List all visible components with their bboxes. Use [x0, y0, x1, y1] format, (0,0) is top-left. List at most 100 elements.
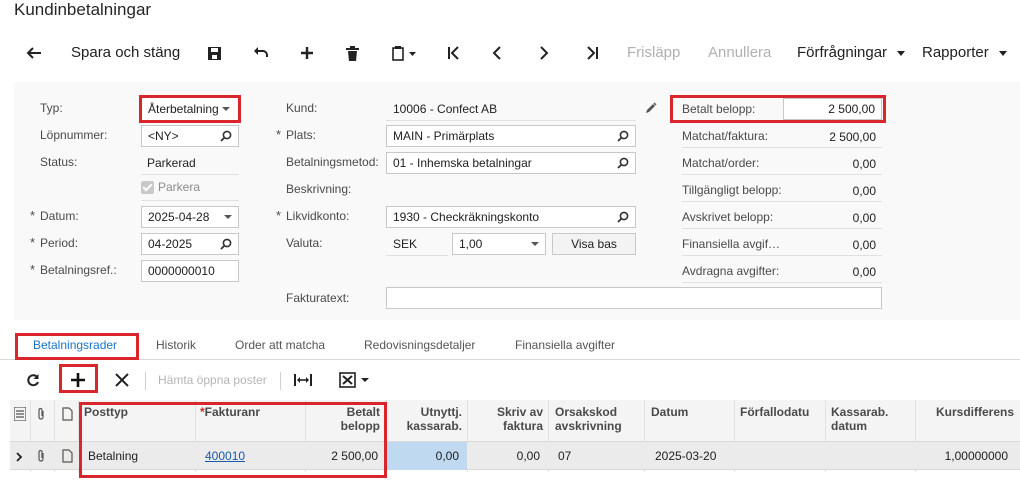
payref-label: Betalningsref.:	[30, 262, 117, 277]
method-input[interactable]: 01 - Inhemska betalningar	[386, 152, 636, 174]
dropdown-arrow-icon	[224, 215, 232, 219]
page-title: Kundinbetalningar	[14, 0, 152, 19]
col-discount-date[interactable]: Kassarab. datum	[831, 405, 888, 433]
undo-icon[interactable]	[253, 34, 269, 72]
edit-pencil-icon[interactable]	[645, 102, 657, 117]
writeoff-value: 0,00	[852, 211, 876, 225]
payref-input[interactable]: 0000000010	[141, 260, 239, 282]
reports-menu[interactable]: Rapporter	[922, 34, 1007, 72]
refnbr-input[interactable]: <NY>	[141, 125, 239, 147]
applied-invoice-value: 2 500,00	[829, 130, 876, 144]
invoicetext-label: Fakturatext:	[286, 291, 350, 305]
cell-writeoff[interactable]: 0,00	[468, 442, 540, 470]
toolbar-separator	[280, 372, 281, 390]
customer-underline	[386, 120, 636, 121]
status-value: Parkerad	[147, 156, 196, 170]
status-underline	[141, 174, 239, 175]
tab-orders-to-apply[interactable]: Order att matcha	[235, 338, 325, 352]
row-attachment-icon[interactable]	[36, 449, 46, 466]
fincharge-label: Finansiella avgif…	[682, 237, 781, 251]
fincharge-underline	[682, 255, 882, 256]
save-close-button[interactable]: Spara och stäng	[71, 34, 180, 72]
col-discount[interactable]: Utnyttj. kassarab.	[390, 405, 462, 433]
applied-invoice-label: Matchat/faktura:	[682, 129, 769, 143]
view-base-button[interactable]: Visa bas	[552, 233, 636, 255]
back-arrow-icon[interactable]	[26, 34, 42, 72]
cell-date[interactable]: 2025-03-20	[655, 442, 716, 470]
detail-tabs: Betalningsrader Historik Order att match…	[0, 332, 1020, 360]
main-toolbar: Spara och stäng Frisläpp Annullera Förfr…	[0, 34, 1020, 72]
row-note-icon[interactable]	[62, 449, 73, 466]
highlight-box-type	[139, 95, 241, 123]
attachment-icon	[36, 407, 46, 424]
inquiries-menu[interactable]: Förfrågningar	[797, 34, 906, 72]
paid-amount-label: Betalt belopp:	[682, 102, 756, 116]
hold-checkbox[interactable]	[141, 181, 154, 194]
tab-financial-details[interactable]: Redovisningsdetaljer	[364, 338, 475, 352]
writeoff-underline	[682, 228, 882, 229]
tab-history[interactable]: Historik	[156, 338, 196, 352]
col-discdate-line2: datum	[831, 419, 867, 433]
fit-columns-icon[interactable]	[294, 364, 312, 396]
rate-select[interactable]: 1,00	[452, 233, 546, 255]
export-excel-icon[interactable]	[339, 364, 369, 396]
cell-discount[interactable]: 0,00	[387, 442, 467, 470]
cash-account-value: 1930 - Checkräkningskonto	[393, 210, 540, 224]
col-rate-diff[interactable]: Kursdifferens	[936, 405, 1014, 419]
cash-account-label: Likvidkonto:	[276, 208, 349, 223]
search-icon	[617, 157, 629, 169]
delete-row-icon[interactable]	[115, 364, 129, 396]
col-due-date[interactable]: Förfallodatu	[740, 405, 809, 419]
refresh-icon[interactable]	[26, 364, 40, 396]
load-open-documents-button[interactable]: Hämta öppna poster	[158, 364, 267, 396]
row-status-icon	[13, 406, 27, 424]
col-reason-line1: Orsakskod	[555, 405, 618, 419]
period-value: 04-2025	[148, 237, 193, 251]
applied-order-value: 0,00	[852, 157, 876, 171]
date-value: 2025-04-28	[148, 210, 210, 224]
col-writeoff-line2: faktura	[502, 419, 543, 433]
col-date[interactable]: Datum	[651, 405, 688, 419]
date-input[interactable]: 2025-04-28	[141, 206, 239, 228]
add-icon[interactable]	[300, 34, 314, 72]
invoicetext-input[interactable]	[386, 287, 882, 309]
cancel-button[interactable]: Annullera	[708, 34, 771, 72]
search-icon	[617, 211, 629, 223]
location-value: MAIN - Primärplats	[393, 129, 495, 143]
rate-value: 1,00	[459, 237, 483, 251]
cash-account-input[interactable]: 1930 - Checkräkningskonto	[386, 206, 636, 228]
tab-finance-charges[interactable]: Finansiella avgifter	[515, 338, 615, 352]
available-value: 0,00	[852, 184, 876, 198]
available-underline	[682, 201, 882, 202]
highlight-box-grid	[79, 402, 387, 478]
cell-rate-diff[interactable]: 1,00000000	[916, 442, 1008, 470]
next-record-icon[interactable]	[539, 34, 549, 72]
col-discount-line1: Utnyttj.	[420, 405, 462, 419]
chevron-down-icon	[897, 50, 906, 56]
deducted-label: Avdragna avgifter:	[682, 264, 780, 278]
row-selector-chevron-icon[interactable]	[16, 451, 23, 465]
col-writeoff-line1: Skriv av	[496, 405, 543, 419]
delete-icon[interactable]	[346, 34, 359, 72]
last-record-icon[interactable]	[585, 34, 599, 72]
date-label: Datum:	[30, 208, 79, 223]
refnbr-value: <NY>	[148, 129, 179, 143]
previous-record-icon[interactable]	[492, 34, 502, 72]
search-icon	[617, 130, 629, 142]
cell-reason-code[interactable]: 07	[558, 442, 571, 470]
type-label: Typ:	[40, 101, 63, 115]
period-input[interactable]: 04-2025	[141, 233, 239, 255]
col-reason-code[interactable]: Orsakskod avskrivning	[555, 405, 622, 433]
paid-amount-value: 2 500,00	[828, 102, 875, 116]
applied-order-underline	[682, 174, 882, 175]
location-label: Plats:	[276, 127, 316, 142]
release-button[interactable]: Frisläpp	[627, 34, 680, 72]
col-writeoff[interactable]: Skriv av faktura	[470, 405, 543, 433]
save-icon[interactable]	[207, 34, 222, 72]
col-reason-line2: avskrivning	[555, 419, 622, 433]
period-label: Period:	[30, 235, 78, 250]
first-record-icon[interactable]	[447, 34, 461, 72]
paid-amount-input[interactable]: 2 500,00	[783, 98, 882, 120]
copy-paste-icon[interactable]	[392, 34, 416, 72]
location-input[interactable]: MAIN - Primärplats	[386, 125, 636, 147]
